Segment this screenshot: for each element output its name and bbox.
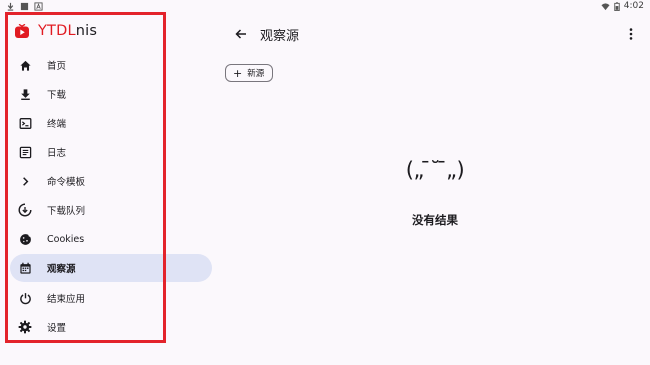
top-app-bar: 观察源 (222, 14, 650, 56)
sidebar-item-terminal[interactable]: 终端 (10, 109, 212, 137)
cookie-icon (18, 232, 32, 246)
app-logo-icon (15, 23, 29, 38)
sidebar-item-settings[interactable]: 设置 (10, 313, 212, 341)
sidebar-item-exit-app[interactable]: 结束应用 (10, 284, 212, 312)
download-icon (7, 2, 14, 11)
sim-icon (20, 2, 29, 11)
battery-icon (614, 1, 620, 11)
chevron-right-icon (18, 174, 32, 188)
arrow-back-icon (235, 29, 246, 39)
download-queue-icon (18, 203, 32, 217)
page-title: 观察源 (260, 29, 300, 44)
status-time: 4:02 (623, 1, 644, 11)
sidebar-item-download[interactable]: 下载 (10, 80, 212, 108)
status-right: 4:02 (601, 1, 644, 11)
sidebar-item-log[interactable]: 日志 (10, 138, 212, 166)
sidebar-item-command-templates[interactable]: 命令模板 (10, 167, 212, 195)
status-left (6, 2, 43, 11)
app-brand: YTDLnis (14, 21, 97, 41)
log-icon (18, 145, 32, 159)
wifi-icon (601, 2, 610, 10)
home-icon (18, 58, 32, 72)
app-name: YTDLnis (38, 23, 98, 39)
plus-icon: + (233, 66, 243, 80)
more-vert-icon (629, 28, 633, 40)
power-icon (18, 291, 32, 305)
calendar-icon (18, 261, 32, 275)
sidebar-item-download-queue[interactable]: 下载队列 (10, 196, 212, 224)
gear-icon (18, 320, 32, 334)
download-icon (18, 87, 32, 101)
font-icon (34, 2, 43, 11)
navigation-drawer: YTDLnis 首页 下载 终端 日志 命令模板 下载队列 Cookies 观察… (0, 14, 222, 365)
back-button[interactable] (232, 25, 250, 43)
empty-state-message: 没有结果 (412, 213, 458, 227)
new-source-button[interactable]: + 新源 (225, 64, 274, 82)
empty-state-emoticon: („ ̄˘ ̄„) (405, 158, 465, 182)
status-bar: 4:02 (0, 0, 650, 14)
more-options-button[interactable] (624, 25, 638, 43)
sidebar-item-home[interactable]: 首页 (10, 51, 212, 79)
sidebar-item-observe-sources[interactable]: 观察源 (10, 254, 212, 282)
terminal-icon (18, 116, 32, 130)
sidebar-item-cookies[interactable]: Cookies (10, 225, 212, 253)
